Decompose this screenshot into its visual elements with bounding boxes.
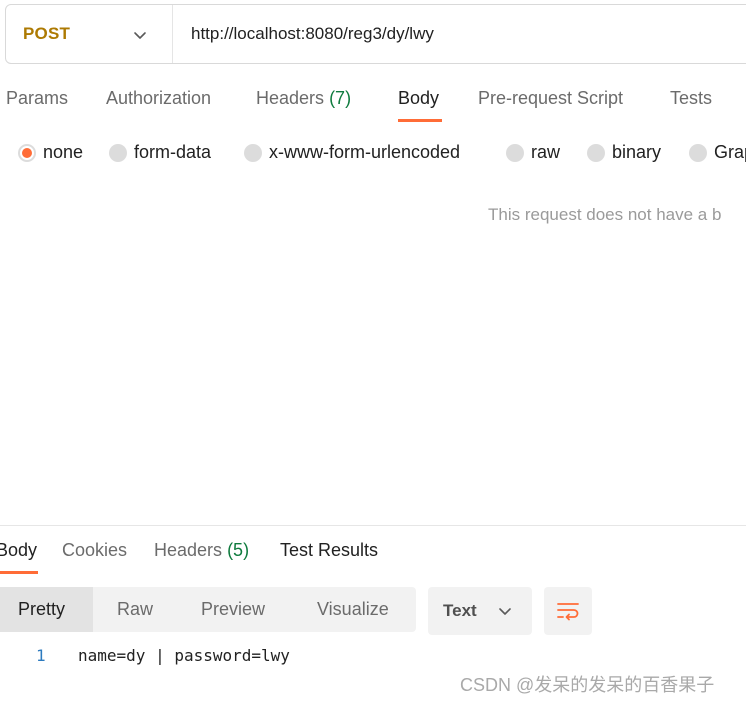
format-segmented-control: Pretty Raw Preview Visualize (0, 587, 416, 632)
radio-form-data-label[interactable]: form-data (134, 142, 211, 163)
language-select-label: Text (443, 601, 477, 620)
format-preview[interactable]: Preview (201, 587, 265, 632)
radio-raw[interactable] (506, 144, 524, 162)
response-headers-count-badge: (5) (227, 540, 250, 560)
language-select[interactable]: Text (428, 587, 532, 635)
wrap-lines-button[interactable] (544, 587, 592, 635)
radio-none[interactable] (18, 144, 36, 162)
request-url-bar: POST http://localhost:8080/reg3/dy/lwy (5, 4, 746, 64)
response-active-tab-indicator (0, 571, 38, 574)
chevron-down-icon (134, 32, 146, 39)
radio-binary[interactable] (587, 144, 605, 162)
response-tab-headers[interactable]: Headers (5) (154, 540, 249, 561)
url-input[interactable]: http://localhost:8080/reg3/dy/lwy (173, 24, 434, 44)
tab-params[interactable]: Params (6, 88, 68, 109)
radio-binary-label[interactable]: binary (612, 142, 661, 163)
radio-urlencoded-label[interactable]: x-www-form-urlencoded (269, 142, 460, 163)
tab-pre-request-script[interactable]: Pre-request Script (478, 88, 623, 109)
response-body-line[interactable]: 1 name=dy | password=lwy (0, 645, 746, 667)
radio-form-data[interactable] (109, 144, 127, 162)
format-raw[interactable]: Raw (117, 587, 153, 632)
body-type-selector: none form-data x-www-form-urlencoded raw… (0, 140, 746, 168)
tab-headers[interactable]: Headers (7) (256, 88, 351, 109)
radio-urlencoded[interactable] (244, 144, 262, 162)
headers-count-badge: (7) (329, 88, 352, 108)
active-tab-indicator (398, 119, 442, 122)
response-tab-headers-label: Headers (154, 540, 223, 560)
line-number: 1 (36, 646, 46, 665)
response-body-text[interactable]: name=dy | password=lwy (78, 646, 290, 665)
radio-none-label[interactable]: none (43, 142, 83, 163)
watermark: CSDN @发呆的发呆的百香果子 (460, 675, 715, 695)
format-pretty[interactable]: Pretty (0, 587, 93, 632)
tab-tests[interactable]: Tests (670, 88, 712, 109)
panel-divider[interactable] (0, 525, 746, 526)
radio-raw-label[interactable]: raw (531, 142, 560, 163)
response-tab-cookies[interactable]: Cookies (62, 540, 127, 561)
radio-graphql-label[interactable]: Grap (714, 142, 746, 163)
format-visualize[interactable]: Visualize (317, 587, 389, 632)
tab-body[interactable]: Body (398, 88, 439, 109)
tab-headers-label: Headers (256, 88, 325, 108)
empty-body-message: This request does not have a b (488, 205, 722, 224)
radio-graphql[interactable] (689, 144, 707, 162)
method-label: POST (23, 24, 71, 43)
chevron-down-icon (499, 608, 511, 615)
response-tab-test-results[interactable]: Test Results (280, 540, 378, 561)
request-tabs: Params Authorization Headers (7) Body Pr… (0, 84, 746, 124)
method-selector[interactable]: POST (6, 5, 173, 63)
tab-authorization[interactable]: Authorization (106, 88, 211, 109)
wrap-lines-icon (557, 603, 579, 621)
response-tab-body[interactable]: Body (0, 540, 37, 561)
